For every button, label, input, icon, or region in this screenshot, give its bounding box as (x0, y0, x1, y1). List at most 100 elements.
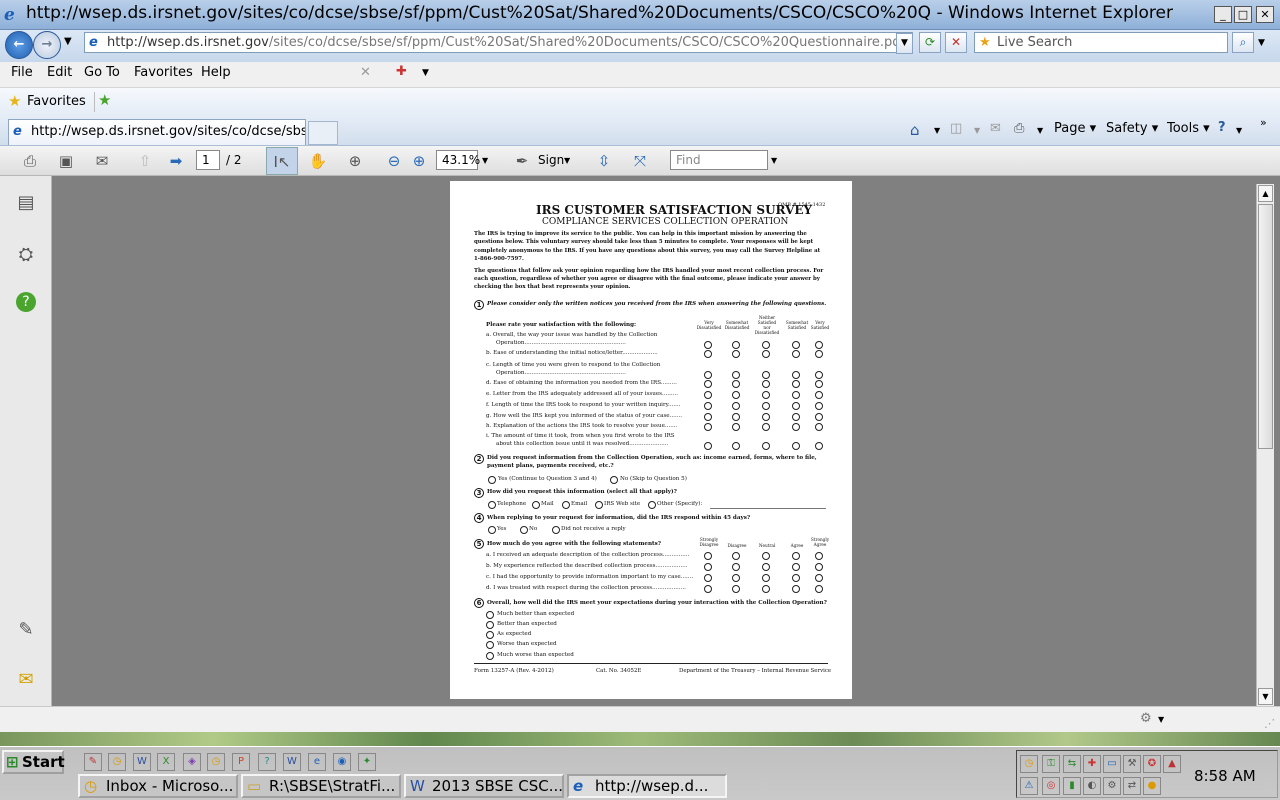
radio-option[interactable] (704, 585, 712, 593)
tray-clock-icon[interactable]: ◷ (1020, 755, 1038, 773)
page-menu[interactable]: Page ▾ (1054, 121, 1096, 136)
radio-option[interactable] (762, 350, 770, 358)
quicklaunch-word-icon[interactable]: W (283, 753, 301, 771)
tray-warning-icon[interactable]: ▲ (1163, 755, 1181, 773)
radio-option[interactable] (815, 402, 823, 410)
pdf-print-icon[interactable]: ⎙ (19, 150, 41, 172)
radio-option[interactable] (610, 476, 618, 484)
pages-panel-icon[interactable]: ▤ (14, 191, 38, 215)
radio-option[interactable] (815, 413, 823, 421)
radio-option[interactable] (732, 413, 740, 421)
radio-option[interactable] (815, 574, 823, 582)
radio-option[interactable] (762, 391, 770, 399)
tray-app-icon[interactable]: ◎ (1042, 777, 1060, 795)
radio-option[interactable] (815, 341, 823, 349)
radio-option[interactable] (815, 423, 823, 431)
mail-icon[interactable]: ✉ (990, 121, 1001, 136)
radio-option[interactable] (762, 574, 770, 582)
radio-option[interactable] (792, 563, 800, 571)
radio-option[interactable] (762, 552, 770, 560)
sign-button[interactable]: Sign (538, 153, 564, 167)
fit-width-icon[interactable]: ⇳ (593, 150, 615, 172)
radio-option[interactable] (732, 350, 740, 358)
vertical-scrollbar[interactable]: ▲ ▼ (1256, 184, 1274, 706)
radio-option[interactable] (704, 552, 712, 560)
radio-option[interactable] (815, 552, 823, 560)
menu-edit[interactable]: Edit (47, 65, 72, 80)
radio-option[interactable] (732, 574, 740, 582)
zone-dropdown-icon[interactable]: ▼ (1158, 715, 1164, 724)
tray-app-icon[interactable]: ◐ (1083, 777, 1101, 795)
menu-goto[interactable]: Go To (84, 65, 120, 80)
radio-option[interactable] (815, 442, 823, 450)
checkbox-option[interactable] (532, 501, 540, 509)
radio-option[interactable] (792, 391, 800, 399)
radio-option[interactable] (704, 371, 712, 379)
radio-option[interactable] (704, 341, 712, 349)
print-dropdown-icon[interactable]: ▼ (1037, 126, 1043, 135)
radio-option[interactable] (704, 423, 712, 431)
maximize-button[interactable]: □ (1234, 6, 1252, 23)
radio-option[interactable] (815, 350, 823, 358)
tray-network-icon[interactable]: ⇆ (1063, 755, 1081, 773)
quicklaunch-app-icon[interactable]: ◈ (183, 753, 201, 771)
chevron-more-icon[interactable]: » (1260, 116, 1267, 129)
help-dropdown-icon[interactable]: ▼ (1236, 126, 1242, 135)
search-options-icon[interactable]: ▼ (1258, 38, 1265, 48)
help-icon[interactable]: ? (1218, 120, 1226, 135)
marquee-zoom-icon[interactable]: ⊕ (344, 150, 366, 172)
zoom-out-icon[interactable]: ⊖ (383, 150, 405, 172)
radio-option[interactable] (488, 476, 496, 484)
radio-option[interactable] (792, 350, 800, 358)
radio-option[interactable] (792, 380, 800, 388)
addon-dropdown-icon[interactable]: ▼ (422, 68, 429, 78)
tray-app-icon[interactable]: ● (1143, 777, 1161, 795)
radio-option[interactable] (704, 350, 712, 358)
tray-network-icon[interactable]: ⇄ (1123, 777, 1141, 795)
radio-option[interactable] (732, 371, 740, 379)
taskbar-clock[interactable]: 8:58 AM (1194, 767, 1256, 785)
scroll-thumb[interactable] (1258, 204, 1273, 449)
radio-option[interactable] (762, 341, 770, 349)
next-page-icon[interactable]: ➡ (165, 150, 187, 172)
radio-option[interactable] (704, 563, 712, 571)
zoom-level-input[interactable]: 43.1% (436, 150, 480, 170)
zoom-in-icon[interactable]: ⊕ (408, 150, 430, 172)
hand-tool-icon[interactable]: ✋ (307, 150, 329, 172)
tray-alert-icon[interactable]: ⚠ (1020, 777, 1038, 795)
radio-option[interactable] (704, 380, 712, 388)
pdf-save-icon[interactable]: ▣ (55, 150, 77, 172)
home-icon[interactable]: ⌂ (910, 121, 920, 139)
menu-favorites[interactable]: Favorites (134, 65, 193, 80)
select-tool-icon[interactable]: I↖ (266, 147, 298, 175)
radio-option[interactable] (815, 380, 823, 388)
zoom-dropdown-icon[interactable]: ▼ (482, 156, 488, 165)
quicklaunch-excel-icon[interactable]: X (157, 753, 175, 771)
radio-option[interactable] (762, 402, 770, 410)
minimize-button[interactable]: _ (1214, 6, 1232, 23)
sign-dropdown-icon[interactable]: ▼ (564, 156, 570, 165)
radio-option[interactable] (732, 341, 740, 349)
quicklaunch-ie-icon[interactable]: e (308, 753, 326, 771)
radio-option[interactable] (792, 585, 800, 593)
radio-option[interactable] (815, 563, 823, 571)
radio-option[interactable] (732, 423, 740, 431)
quicklaunch-app-icon[interactable]: ◉ (333, 753, 351, 771)
radio-option[interactable] (815, 371, 823, 379)
back-button[interactable]: ← (5, 31, 33, 59)
taskbar-button-ie[interactable]: e http://wsep.d... (567, 774, 727, 798)
radio-option[interactable] (792, 574, 800, 582)
help-panel-icon[interactable]: ? (16, 292, 36, 312)
search-go-icon[interactable]: ⌕ (1232, 32, 1254, 53)
radio-option[interactable] (762, 442, 770, 450)
radio-option[interactable] (762, 585, 770, 593)
radio-option[interactable] (792, 423, 800, 431)
radio-option[interactable] (762, 380, 770, 388)
refresh-button[interactable]: ⟳ (919, 32, 941, 53)
radio-option[interactable] (732, 552, 740, 560)
radio-option[interactable] (792, 413, 800, 421)
tray-app-icon[interactable]: ✪ (1143, 755, 1161, 773)
tray-battery-icon[interactable]: ▮ (1063, 777, 1081, 795)
radio-option[interactable] (792, 442, 800, 450)
radio-option[interactable] (762, 371, 770, 379)
